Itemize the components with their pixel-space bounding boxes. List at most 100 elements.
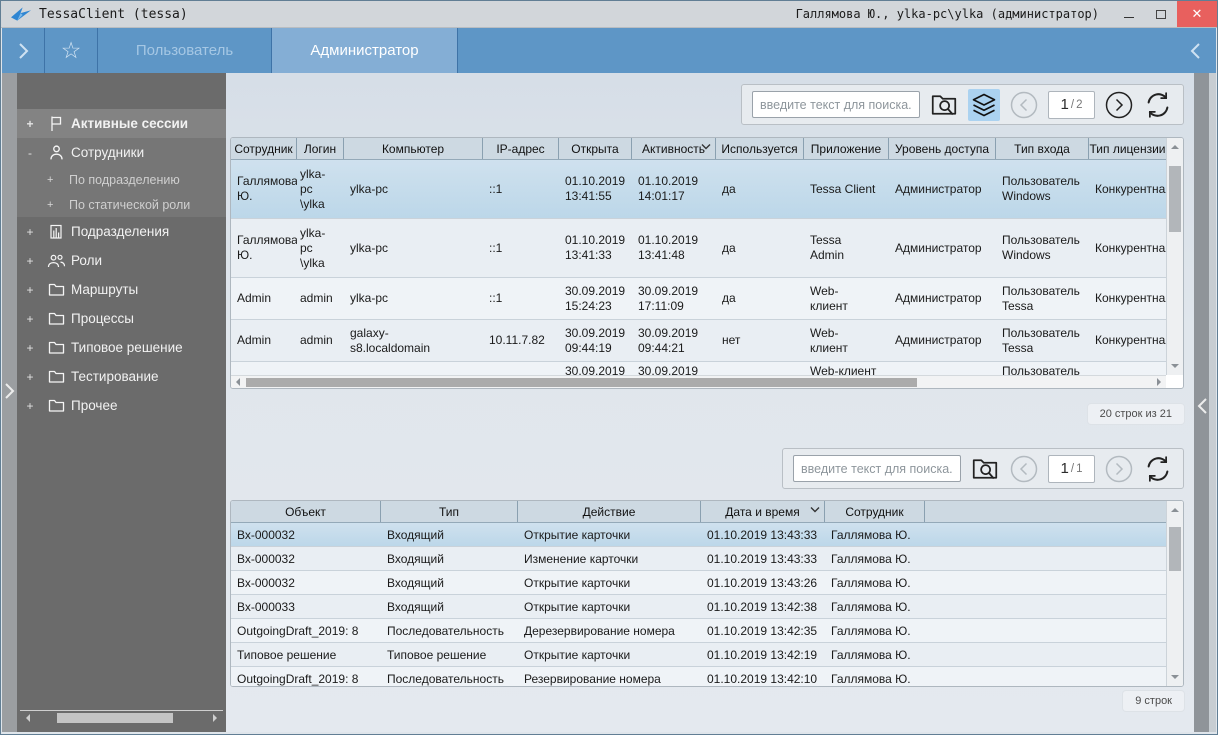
scroll-right-icon[interactable] bbox=[207, 714, 223, 722]
table-row[interactable]: Галлямова Ю.ylka- pc \ylkaylka-pc::101.1… bbox=[231, 160, 1166, 219]
column-header[interactable]: Логин bbox=[297, 138, 344, 159]
scrollbar-thumb[interactable] bbox=[1169, 527, 1181, 571]
sessions-horizontal-scrollbar[interactable] bbox=[231, 375, 1166, 388]
sessions-table-header: СотрудникЛогинКомпьютерIP-адресОткрытаАк… bbox=[231, 138, 1166, 160]
sidebar-item-standard-solution[interactable]: +Типовое решение bbox=[17, 333, 226, 362]
scroll-down-icon[interactable] bbox=[1167, 359, 1183, 373]
sidebar-item-employees[interactable]: -Сотрудники bbox=[17, 138, 226, 167]
nav-expand-button[interactable] bbox=[2, 28, 45, 73]
table-cell bbox=[716, 362, 804, 375]
scroll-left-icon[interactable] bbox=[231, 378, 245, 386]
column-header[interactable]: IP-адрес bbox=[483, 138, 559, 159]
favorites-button[interactable]: ☆ bbox=[45, 28, 98, 73]
expander-icon[interactable]: + bbox=[17, 370, 43, 384]
scroll-up-icon[interactable] bbox=[1167, 140, 1183, 154]
building-icon bbox=[43, 223, 69, 240]
maximize-button[interactable] bbox=[1145, 1, 1177, 27]
table-cell: да bbox=[716, 219, 804, 277]
refresh-button[interactable] bbox=[1143, 90, 1173, 120]
sidebar-item-active-sessions[interactable]: +Активные сессии bbox=[17, 109, 226, 138]
sidebar-item-by-department[interactable]: +По подразделению bbox=[17, 167, 226, 192]
close-button[interactable]: ✕ bbox=[1177, 1, 1217, 27]
sidebar-item-departments[interactable]: + Подразделения bbox=[17, 217, 226, 246]
table-row[interactable]: Adminadmingalaxy- s8.localdomain10.11.7.… bbox=[231, 320, 1166, 362]
sidebar-item-roles[interactable]: +Роли bbox=[17, 246, 226, 275]
column-header[interactable]: Компьютер bbox=[344, 138, 483, 159]
expander-icon[interactable]: + bbox=[17, 283, 43, 297]
table-cell: Последовательность bbox=[381, 619, 518, 642]
expander-icon[interactable]: + bbox=[47, 174, 69, 186]
prev-page-button[interactable] bbox=[1009, 454, 1039, 484]
table-row[interactable]: Adminadminylka-pc::130.09.2019 15:24:233… bbox=[231, 278, 1166, 320]
sidebar-item-processes[interactable]: +Процессы bbox=[17, 304, 226, 333]
table-cell: ylka-pc bbox=[344, 219, 483, 277]
column-header[interactable] bbox=[925, 501, 1166, 522]
expander-icon[interactable]: + bbox=[17, 117, 43, 131]
scroll-up-icon[interactable] bbox=[1167, 503, 1183, 517]
panel-collapse-right-button[interactable] bbox=[1176, 28, 1216, 73]
table-cell: Web- клиент bbox=[804, 320, 889, 361]
column-header[interactable]: Дата и время bbox=[701, 501, 825, 522]
next-page-button[interactable] bbox=[1104, 454, 1134, 484]
prev-page-button[interactable] bbox=[1009, 90, 1039, 120]
tab-administrator[interactable]: Администратор bbox=[272, 28, 458, 73]
next-page-button[interactable] bbox=[1104, 90, 1134, 120]
sidebar-item-other[interactable]: +Прочее bbox=[17, 391, 226, 420]
expander-icon[interactable]: + bbox=[17, 399, 43, 413]
table-row[interactable]: Вх-000032ВходящийИзменение карточки01.10… bbox=[231, 547, 1166, 571]
table-row[interactable]: OutgoingDraft_2019: 8ПоследовательностьР… bbox=[231, 667, 1166, 686]
tab-bar: ☆ Пользователь Администратор bbox=[2, 28, 1216, 73]
scrollbar-thumb[interactable] bbox=[57, 713, 173, 723]
actions-vertical-scrollbar[interactable] bbox=[1166, 501, 1183, 686]
scrollbar-thumb[interactable] bbox=[1169, 166, 1181, 232]
scroll-right-icon[interactable] bbox=[1152, 378, 1166, 386]
table-cell: OutgoingDraft_2019: 8 bbox=[231, 667, 381, 686]
sidebar-item-routes[interactable]: +Маршруты bbox=[17, 275, 226, 304]
table-cell: 01.10.2019 13:41:55 bbox=[559, 160, 632, 218]
table-row[interactable]: Вх-000032ВходящийОткрытие карточки01.10.… bbox=[231, 571, 1166, 595]
sessions-search-input[interactable] bbox=[752, 91, 920, 118]
table-row[interactable]: 30.09.201930.09.2019Web-клиентПользовате… bbox=[231, 362, 1166, 375]
table-row[interactable]: Вх-000032ВходящийОткрытие карточки01.10.… bbox=[231, 523, 1166, 547]
expander-icon[interactable]: + bbox=[47, 199, 69, 211]
table-row[interactable]: OutgoingDraft_2019: 8ПоследовательностьД… bbox=[231, 619, 1166, 643]
scrollbar-thumb[interactable] bbox=[246, 378, 917, 387]
table-row[interactable]: Галлямова Ю.ylka- pc \ylkaylka-pc::101.1… bbox=[231, 219, 1166, 278]
column-header[interactable]: Активность bbox=[632, 138, 716, 159]
window-right-edge bbox=[1209, 73, 1216, 732]
column-header[interactable]: Сотрудник bbox=[231, 138, 297, 159]
column-header[interactable]: Уровень доступа bbox=[889, 138, 996, 159]
column-header[interactable]: Действие bbox=[518, 501, 701, 522]
column-header[interactable]: Используется bbox=[716, 138, 804, 159]
scroll-left-icon[interactable] bbox=[20, 714, 36, 722]
expander-icon[interactable]: - bbox=[17, 146, 43, 160]
expander-icon[interactable]: + bbox=[17, 225, 43, 239]
expander-icon[interactable]: + bbox=[17, 254, 43, 268]
search-in-folder-button[interactable] bbox=[970, 454, 1000, 484]
column-header[interactable]: Тип входа bbox=[996, 138, 1089, 159]
sidebar-item-label: Подразделения bbox=[69, 224, 169, 239]
sidebar-horizontal-scrollbar[interactable] bbox=[20, 710, 223, 724]
table-row[interactable]: Вх-000033ВходящийОткрытие карточки01.10.… bbox=[231, 595, 1166, 619]
scroll-down-icon[interactable] bbox=[1167, 670, 1183, 684]
column-header[interactable]: Сотрудник bbox=[825, 501, 925, 522]
sidebar-item-testing[interactable]: +Тестирование bbox=[17, 362, 226, 391]
column-header[interactable]: Объект bbox=[231, 501, 381, 522]
refresh-button[interactable] bbox=[1143, 454, 1173, 484]
table-cell: 30.09.2019 09:44:19 bbox=[559, 320, 632, 361]
column-header[interactable]: Тип bbox=[381, 501, 518, 522]
table-row[interactable]: Типовое решениеТиповое решениеОткрытие к… bbox=[231, 643, 1166, 667]
sidebar-item-by-static-role[interactable]: +По статической роли bbox=[17, 192, 226, 217]
expander-icon[interactable]: + bbox=[17, 341, 43, 355]
sessions-vertical-scrollbar[interactable] bbox=[1166, 138, 1183, 375]
minimize-button[interactable] bbox=[1113, 1, 1145, 27]
column-header[interactable]: Приложение bbox=[804, 138, 889, 159]
actions-search-input[interactable] bbox=[793, 455, 961, 482]
table-cell: ::1 bbox=[483, 160, 559, 218]
column-header[interactable]: Открыта bbox=[559, 138, 632, 159]
layers-view-button[interactable] bbox=[968, 89, 1000, 121]
tab-user[interactable]: Пользователь bbox=[98, 28, 272, 73]
column-header[interactable]: Тип лицензии bbox=[1089, 138, 1166, 159]
search-in-folder-button[interactable] bbox=[929, 90, 959, 120]
expander-icon[interactable]: + bbox=[17, 312, 43, 326]
